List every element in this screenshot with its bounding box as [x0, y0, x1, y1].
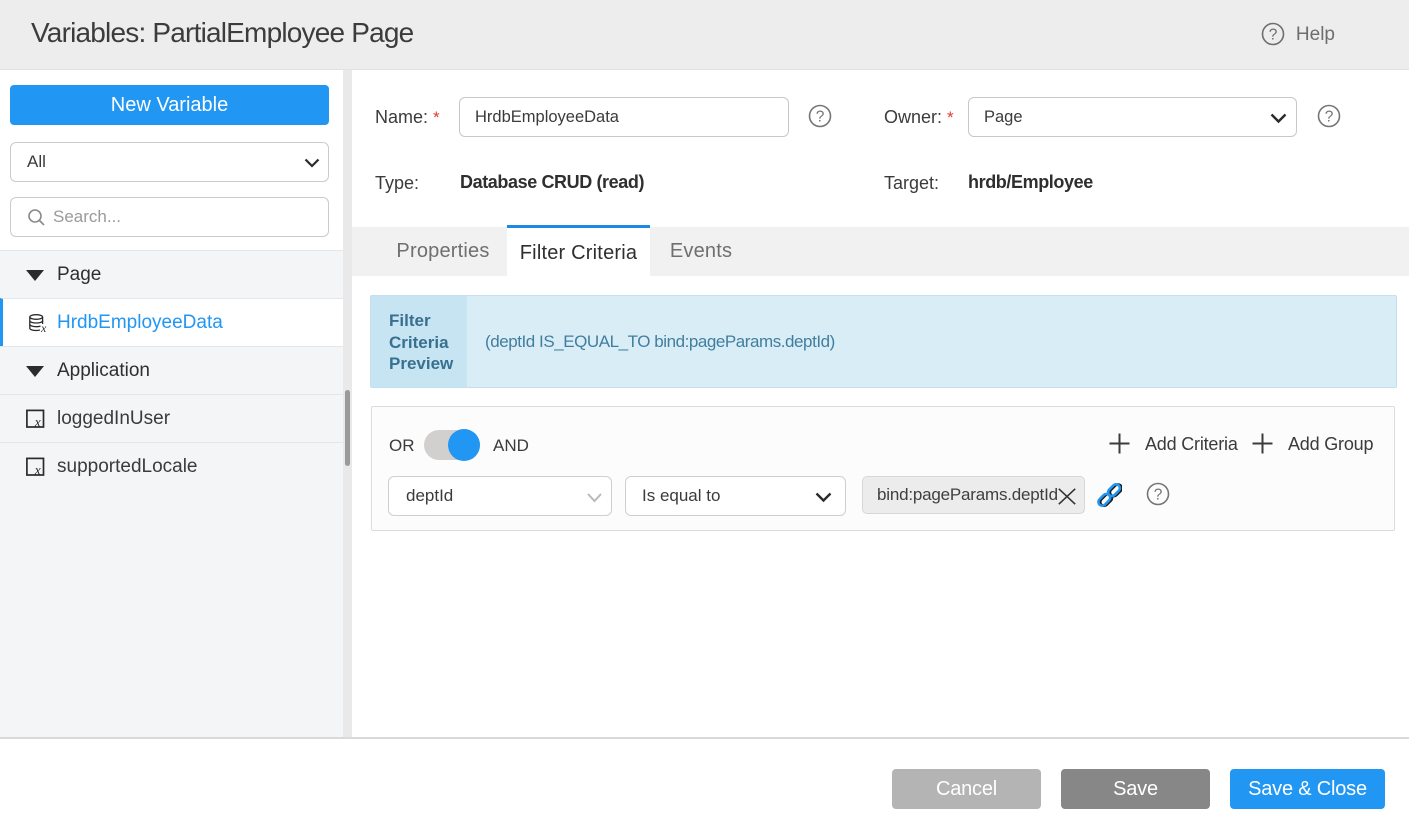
svg-text:x: x: [34, 462, 41, 476]
svg-text:?: ?: [1269, 26, 1278, 43]
svg-text:x: x: [40, 320, 47, 331]
svg-text:x: x: [34, 414, 41, 428]
svg-text:?: ?: [1325, 108, 1334, 125]
svg-text:?: ?: [816, 108, 825, 125]
svg-text:?: ?: [1154, 486, 1163, 503]
